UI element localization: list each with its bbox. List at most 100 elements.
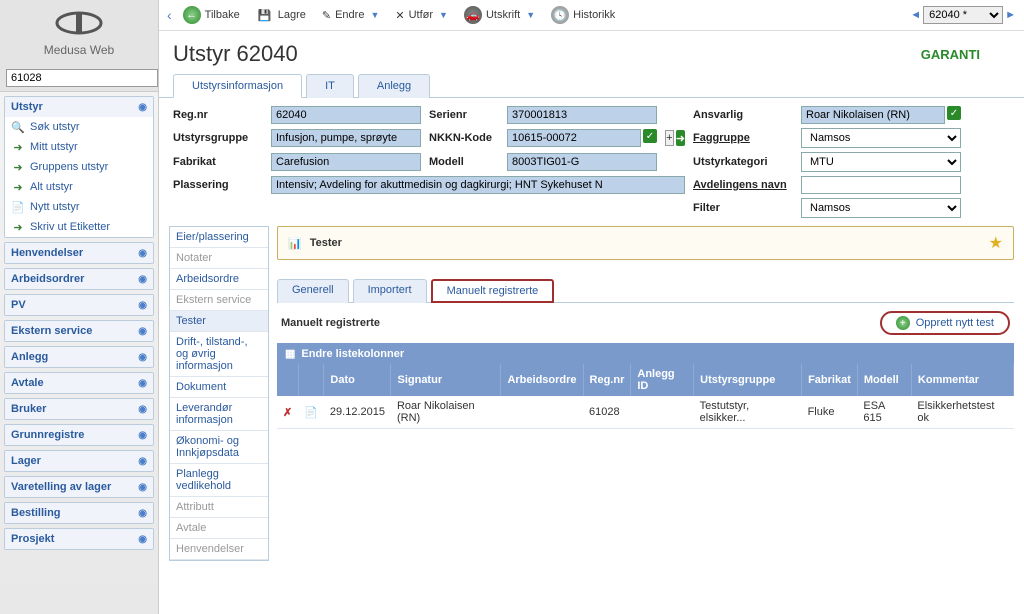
nav-head-lager[interactable]: Lager◉ (5, 451, 153, 471)
utstyrkategori-select[interactable]: MTU (801, 152, 961, 172)
sidebar-search: 🔍 (0, 65, 158, 92)
tab-it[interactable]: IT (306, 74, 354, 98)
col-delete[interactable] (277, 364, 298, 396)
subnav-dokument[interactable]: Dokument (170, 377, 268, 398)
nav-section-utstyr: Utstyr◉ 🔍Søk utstyr ➜Mitt utstyr ➜Gruppe… (4, 96, 154, 238)
document-icon[interactable]: 📄 (304, 407, 318, 419)
serienr-field[interactable] (507, 106, 657, 124)
main-toolbar: ‹ ←Tilbake 💾Lagre ✎Endre▼ ✕Utfør▼ 🚗Utskr… (159, 0, 1024, 31)
subnav-eier[interactable]: Eier/plassering (170, 227, 268, 248)
next-icon[interactable]: ► (1005, 9, 1016, 21)
avdeling-label[interactable]: Avdelingens navn (693, 179, 793, 191)
record-select[interactable]: 62040 * (923, 6, 1003, 24)
tab-manuelt-registrerte[interactable]: Manuelt registrerte (431, 279, 555, 303)
history-button[interactable]: 🕓Historikk (546, 4, 620, 26)
table-row[interactable]: ✗ 📄 29.12.2015 Roar Nikolaisen (RN) 6102… (277, 396, 1014, 429)
create-new-test-button[interactable]: + Opprett nytt test (880, 311, 1010, 335)
utstyrsgruppe-field[interactable] (271, 129, 421, 147)
fabrikat-field[interactable] (271, 153, 421, 171)
collapse-icon[interactable]: ‹ (167, 7, 172, 23)
subnav-tester[interactable]: Tester (170, 311, 268, 332)
search-icon: 🔍 (11, 120, 25, 134)
prev-icon[interactable]: ◄ (910, 9, 921, 21)
nav-item-mitt-utstyr[interactable]: ➜Mitt utstyr (5, 137, 153, 157)
print-button[interactable]: 🚗Utskrift▼ (459, 4, 540, 26)
ansvarlig-field[interactable] (801, 106, 945, 124)
col-dato[interactable]: Dato (324, 364, 391, 396)
inner-tabs: Generell Importert Manuelt registrerte (277, 278, 1014, 303)
col-arbeidsordre[interactable]: Arbeidsordre (501, 364, 583, 396)
col-kommentar[interactable]: Kommentar (911, 364, 1013, 396)
sidebar-search-input[interactable] (6, 69, 158, 87)
back-icon: ← (183, 6, 201, 24)
subnav-notater[interactable]: Notater (170, 248, 268, 269)
nav-item-gruppens-utstyr[interactable]: ➜Gruppens utstyr (5, 157, 153, 177)
subnav-avtale[interactable]: Avtale (170, 518, 268, 539)
avdeling-field[interactable] (801, 176, 961, 194)
delete-icon[interactable]: ✗ (283, 407, 292, 419)
filter-select[interactable]: Namsos (801, 198, 961, 218)
subnav-drift[interactable]: Drift-, tilstand-, og øvrig informasjon (170, 332, 268, 377)
col-fabrikat[interactable]: Fabrikat (802, 364, 858, 396)
grid-config-bar[interactable]: ▦ Endre listekolonner (277, 343, 1014, 364)
nav-item-skriv-etiketter[interactable]: ➜Skriv ut Etiketter (5, 217, 153, 237)
nav-head-bestilling[interactable]: Bestilling◉ (5, 503, 153, 523)
subnav-ekstern[interactable]: Ekstern service (170, 290, 268, 311)
nav-head-bruker[interactable]: Bruker◉ (5, 399, 153, 419)
nav-head-prosjekt[interactable]: Prosjekt◉ (5, 529, 153, 549)
tab-utstyrsinformasjon[interactable]: Utstyrsinformasjon (173, 74, 302, 98)
tab-importert[interactable]: Importert (353, 279, 427, 303)
add-button[interactable]: + (665, 130, 674, 146)
execute-button[interactable]: ✕Utfør▼ (390, 7, 453, 24)
main-tabs: Utstyrsinformasjon IT Anlegg (159, 73, 1024, 98)
nav-head-ekstern-service[interactable]: Ekstern service◉ (5, 321, 153, 341)
nav-head-henvendelser[interactable]: Henvendelser◉ (5, 243, 153, 263)
nav-head-avtale[interactable]: Avtale◉ (5, 373, 153, 393)
save-button[interactable]: 💾Lagre (251, 4, 311, 26)
star-icon[interactable]: ★ (989, 233, 1003, 253)
nav-item-nytt-utstyr[interactable]: 📄Nytt utstyr (5, 197, 153, 217)
back-button[interactable]: ←Tilbake (178, 4, 245, 26)
subnav-leverandor[interactable]: Leverandør informasjon (170, 398, 268, 431)
col-modell[interactable]: Modell (857, 364, 911, 396)
subnav-henvendelser[interactable]: Henvendelser (170, 539, 268, 560)
nav-head-pv[interactable]: PV◉ (5, 295, 153, 315)
nav-head-varetelling[interactable]: Varetelling av lager◉ (5, 477, 153, 497)
nav-head-arbeidsordrer[interactable]: Arbeidsordrer◉ (5, 269, 153, 289)
filter-label: Filter (693, 202, 793, 214)
pencil-icon: ✎ (322, 9, 331, 22)
tests-table: Dato Signatur Arbeidsordre Reg.nr Anlegg… (277, 364, 1014, 429)
nav-item-alt-utstyr[interactable]: ➜Alt utstyr (5, 177, 153, 197)
regnr-field[interactable] (271, 106, 421, 124)
cell-modell: ESA 615 (857, 396, 911, 429)
utstyrkategori-label: Utstyrkategori (693, 156, 793, 168)
faggruppe-select[interactable]: Namsos (801, 128, 961, 148)
nav-head-grunnregistre[interactable]: Grunnregistre◉ (5, 425, 153, 445)
subnav-okonomi[interactable]: Økonomi- og Innkjøpsdata (170, 431, 268, 464)
col-utstyrsgruppe[interactable]: Utstyrsgruppe (694, 364, 802, 396)
modell-field[interactable] (507, 153, 657, 171)
edit-button[interactable]: ✎Endre▼ (317, 7, 385, 24)
left-sidebar: Medusa Web 🔍 Utstyr◉ 🔍Søk utstyr ➜Mitt u… (0, 0, 158, 614)
col-doc[interactable] (298, 364, 324, 396)
col-signatur[interactable]: Signatur (391, 364, 501, 396)
tab-anlegg[interactable]: Anlegg (358, 74, 430, 98)
tab-generell[interactable]: Generell (277, 279, 349, 303)
tester-header-bar: 📊Tester ★ (277, 226, 1014, 260)
cell-dato: 29.12.2015 (324, 396, 391, 429)
cell-anlegg (631, 396, 694, 429)
go-icon[interactable]: ➜ (676, 130, 685, 146)
app-name: Medusa Web (0, 43, 158, 57)
nkkn-field[interactable] (507, 129, 641, 147)
subnav-planlegg[interactable]: Planlegg vedlikehold (170, 464, 268, 497)
subnav-arbeidsordre[interactable]: Arbeidsordre (170, 269, 268, 290)
nav-head-utstyr[interactable]: Utstyr◉ (5, 97, 153, 117)
plassering-field[interactable] (271, 176, 685, 194)
col-anlegg[interactable]: Anlegg ID (631, 364, 694, 396)
tools-icon: ✕ (395, 9, 404, 22)
col-regnr[interactable]: Reg.nr (583, 364, 631, 396)
faggruppe-label[interactable]: Faggruppe (693, 132, 793, 144)
nav-head-anlegg[interactable]: Anlegg◉ (5, 347, 153, 367)
nav-item-sok-utstyr[interactable]: 🔍Søk utstyr (5, 117, 153, 137)
subnav-attributt[interactable]: Attributt (170, 497, 268, 518)
